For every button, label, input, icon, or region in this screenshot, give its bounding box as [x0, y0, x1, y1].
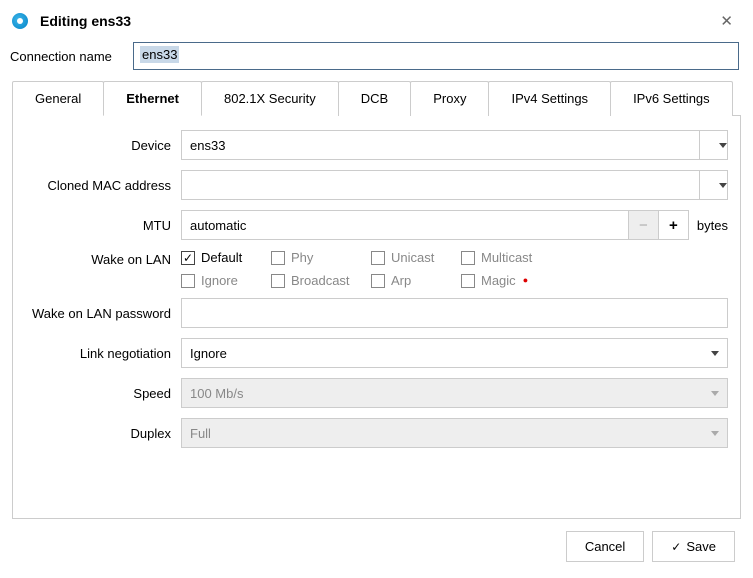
wol-broadcast-checkbox[interactable]: Broadcast [271, 273, 371, 288]
speed-select: 100 Mb/s [181, 378, 728, 408]
device-value: ens33 [190, 138, 225, 153]
mtu-input[interactable]: automatic [181, 210, 629, 240]
tab-dcb[interactable]: DCB [338, 81, 411, 116]
mac-label: Cloned MAC address [25, 178, 181, 193]
tab-ipv6[interactable]: IPv6 Settings [610, 81, 733, 116]
tab-general[interactable]: General [12, 81, 104, 116]
tab-ethernet[interactable]: Ethernet [103, 81, 202, 116]
mac-combo[interactable] [181, 170, 728, 200]
wol-phy-checkbox[interactable]: Phy [271, 250, 371, 265]
mtu-decrement[interactable]: − [629, 210, 659, 240]
chevron-down-icon [719, 143, 727, 148]
wol-label: Wake on LAN [25, 250, 181, 267]
wol-ignore-checkbox[interactable]: Ignore [181, 273, 271, 288]
connection-name-input[interactable]: ens33 [133, 42, 739, 70]
chevron-down-icon [711, 431, 719, 436]
linkneg-label: Link negotiation [25, 346, 181, 361]
tabs: General Ethernet 802.1X Security DCB Pro… [12, 80, 741, 116]
close-icon[interactable]: ✕ [716, 12, 737, 30]
tab-security[interactable]: 802.1X Security [201, 81, 339, 116]
check-icon: ✓ [671, 540, 681, 554]
app-icon [12, 13, 28, 29]
cancel-button[interactable]: Cancel [566, 531, 644, 562]
connection-name-label: Connection name [8, 49, 133, 64]
tab-proxy[interactable]: Proxy [410, 81, 489, 116]
wol-arp-checkbox[interactable]: Arp [371, 273, 461, 288]
chevron-down-icon [711, 351, 719, 356]
device-label: Device [25, 138, 181, 153]
wol-default-checkbox[interactable]: Default [181, 250, 271, 265]
mtu-increment[interactable]: + [659, 210, 689, 240]
wolpw-label: Wake on LAN password [25, 306, 181, 321]
mtu-unit: bytes [697, 218, 728, 233]
linkneg-select[interactable]: Ignore [181, 338, 728, 368]
mtu-label: MTU [25, 218, 181, 233]
chevron-down-icon [711, 391, 719, 396]
chevron-down-icon [719, 183, 727, 188]
device-combo[interactable]: ens33 [181, 130, 728, 160]
wol-magic-checkbox[interactable]: Magic● [461, 273, 561, 288]
wolpw-input[interactable] [181, 298, 728, 328]
wol-multicast-checkbox[interactable]: Multicast [461, 250, 561, 265]
duplex-select: Full [181, 418, 728, 448]
duplex-label: Duplex [25, 426, 181, 441]
tab-ipv4[interactable]: IPv4 Settings [488, 81, 611, 116]
speed-label: Speed [25, 386, 181, 401]
wol-unicast-checkbox[interactable]: Unicast [371, 250, 461, 265]
window-title: Editing ens33 [40, 13, 716, 29]
save-button[interactable]: ✓Save [652, 531, 735, 562]
